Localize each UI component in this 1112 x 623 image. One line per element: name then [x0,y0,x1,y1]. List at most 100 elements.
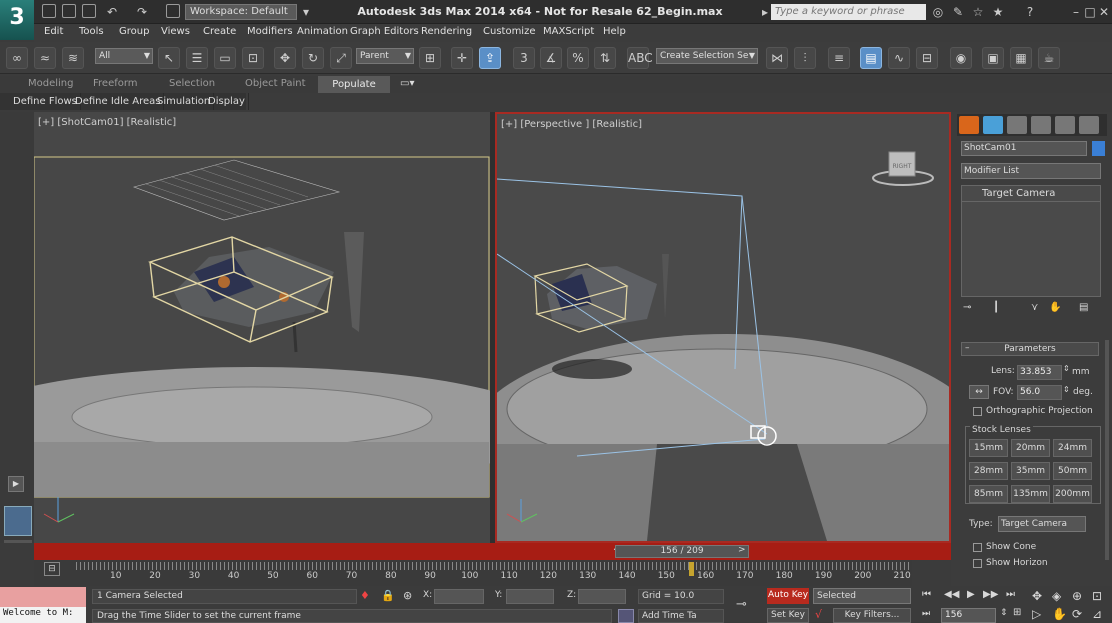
arc-rotate-icon[interactable]: ⟳ [1072,607,1082,621]
modify-tab-icon[interactable] [983,116,1003,134]
hierarchy-tab-icon[interactable] [1007,116,1027,134]
walk-through-icon[interactable]: ▷ [1032,607,1041,621]
select-manipulate-icon[interactable]: ✛ [451,47,473,69]
previous-frame-icon[interactable]: ◀◀ [944,589,959,600]
menu-customize[interactable]: Customize [483,26,536,37]
pin-stack-icon[interactable]: ⊸ [963,302,971,313]
save-file-icon[interactable] [82,4,96,18]
rotate-icon[interactable]: ↻ [302,47,324,69]
fov-direction-button[interactable]: ↔ [969,385,989,399]
key-mode-toggle-icon[interactable]: ⏭ [922,609,930,619]
curve-editor-icon[interactable]: ∿ [888,47,910,69]
undo-icon[interactable]: ↶ [104,4,120,20]
z-coordinate-field[interactable] [578,589,626,604]
ribbon-options-icon[interactable]: ▭▾ [400,78,414,89]
layer-manager-icon[interactable]: ≡ [828,47,850,69]
fov-spinner[interactable]: ⇕ [1063,385,1070,394]
tools-icon[interactable]: ✎ [950,4,966,20]
tab-modeling[interactable]: Modeling [28,78,74,89]
remove-modifier-icon[interactable]: ✋ [1049,302,1061,313]
isolate-icon[interactable]: ♦ [360,589,370,602]
viewport-label[interactable]: [+] [Perspective ] [Realistic] [501,119,642,130]
time-tag-icon[interactable] [618,609,634,623]
project-folder-icon[interactable] [166,4,180,18]
ref-coord-dropdown[interactable]: Parent [356,48,414,64]
configure-sets-icon[interactable]: ▤ [1079,302,1088,313]
tab-object-paint[interactable]: Object Paint [245,78,306,89]
workspace-dropdown[interactable]: Workspace: Default [185,4,297,20]
favorites-icon[interactable]: ☆ [970,4,986,20]
viewport-layout-icon[interactable] [4,506,32,536]
selection-filter-dropdown[interactable]: All [95,48,153,64]
window-crossing-icon[interactable]: ⊡ [242,47,264,69]
menu-create[interactable]: Create [203,26,236,37]
collapse-icon[interactable]: – [965,343,970,353]
motion-tab-icon[interactable] [1031,116,1051,134]
maximize-viewport-icon[interactable]: ⊡ [1092,589,1102,603]
edit-named-selection-icon[interactable]: ABC [627,47,653,69]
menu-maxscript[interactable]: MAXScript [543,26,594,37]
rect-selection-icon[interactable]: ▭ [214,47,236,69]
orthographic-checkbox[interactable] [973,407,982,416]
y-coordinate-field[interactable] [506,589,554,604]
time-slider[interactable]: 156 / 209 [615,545,749,558]
spinner-snap-icon[interactable]: ⇅ [594,47,616,69]
angle-snap-icon[interactable]: ∡ [540,47,562,69]
field-of-view-icon[interactable]: ⊿ [1092,607,1102,621]
menu-animation[interactable]: Animation [297,26,348,37]
menu-edit[interactable]: Edit [44,26,63,37]
keyboard-shortcut-override-icon[interactable]: ⇪ [479,47,501,69]
pan-view-icon[interactable]: ✥ [1032,589,1042,603]
link-icon[interactable]: ∞ [6,47,28,69]
render-production-icon[interactable]: ☕ [1038,47,1060,69]
lens-spinner[interactable]: ⇕ [1063,364,1070,373]
viewport-shotcam[interactable]: [+] [ShotCam01] [Realistic] [34,112,490,543]
app-logo-button[interactable]: 3 [0,0,34,40]
material-editor-icon[interactable]: ◉ [950,47,972,69]
menu-views[interactable]: Views [161,26,190,37]
snaps-toggle-icon[interactable]: 3 [513,47,535,69]
zoom-extents-icon[interactable]: ⊕ [1072,589,1082,603]
camera-type-dropdown[interactable]: Target Camera [998,516,1086,532]
mirror-icon[interactable]: ⋈ [766,47,788,69]
time-slider-track[interactable] [34,543,951,560]
display-tab-icon[interactable] [1055,116,1075,134]
go-to-start-icon[interactable]: ⏮ [922,589,931,600]
next-frame-icon[interactable]: ▶▶ [983,589,998,600]
lens-135mm-button[interactable]: 135mm [1011,485,1050,503]
menu-help[interactable]: Help [603,26,626,37]
redo-icon[interactable]: ↷ [134,4,150,20]
stack-item-target-camera[interactable]: Target Camera [962,186,1100,202]
binoculars-icon[interactable]: ◎ [930,4,946,20]
x-coordinate-field[interactable] [434,589,484,604]
set-key-button[interactable]: Set Key [767,608,809,623]
menu-group[interactable]: Group [119,26,149,37]
add-time-tag-button[interactable]: Add Time Ta [638,609,724,623]
time-configuration-icon[interactable]: ⊞ [1013,607,1021,618]
key-filters-button[interactable]: Key Filters... [833,608,911,623]
object-color-swatch[interactable] [1092,141,1105,156]
lens-85mm-button[interactable]: 85mm [969,485,1008,503]
render-setup-icon[interactable]: ▣ [982,47,1004,69]
search-input[interactable]: Type a keyword or phrase [771,4,926,20]
rendered-frame-icon[interactable]: ▦ [1010,47,1032,69]
mini-curve-editor-icon[interactable]: ⊟ [44,562,60,576]
percent-snap-icon[interactable]: % [567,47,589,69]
viewport-perspective[interactable]: RIGHT [+] [Perspective ] [Realistic] [495,112,951,543]
tab-freeform[interactable]: Freeform [93,78,138,89]
lens-35mm-button[interactable]: 35mm [1011,462,1050,480]
viewport-label[interactable]: [+] [ShotCam01] [Realistic] [38,117,176,128]
object-name-field[interactable]: ShotCam01 [961,141,1087,156]
hand-pan-icon[interactable]: ✋ [1052,607,1067,621]
subtab-define-flows[interactable]: Define Flows [10,93,81,110]
auto-key-button[interactable]: Auto Key [767,588,809,604]
bind-spacewarp-icon[interactable]: ≋ [62,47,84,69]
help-icon[interactable]: ? [1022,4,1038,20]
tab-populate[interactable]: Populate [318,76,390,93]
new-file-icon[interactable] [42,4,56,18]
open-file-icon[interactable] [62,4,76,18]
go-to-end-icon[interactable]: ⏭ [1006,589,1015,600]
modifier-list-dropdown[interactable]: Modifier List [961,163,1101,179]
frame-spinner[interactable]: ⇕ [1000,608,1008,618]
schematic-view-icon[interactable]: ⊟ [916,47,938,69]
